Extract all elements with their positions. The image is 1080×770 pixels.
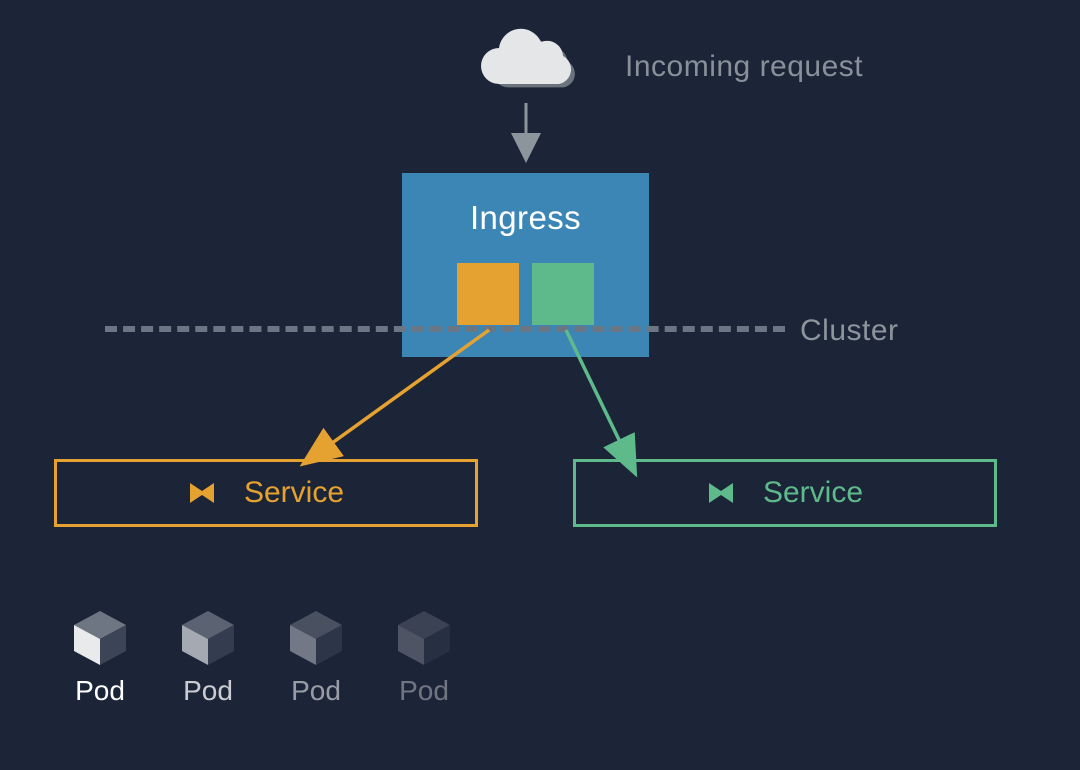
cluster-boundary-line — [105, 326, 785, 332]
pod-label: Pod — [183, 675, 233, 707]
pod-label: Pod — [291, 675, 341, 707]
pod-item: Pod — [52, 595, 148, 707]
cube-icon — [284, 605, 348, 669]
service-box-right: Service — [573, 459, 997, 527]
service-icon — [188, 479, 216, 507]
service-right-label: Service — [763, 476, 863, 510]
pod-label: Pod — [399, 675, 449, 707]
pod-item: Pod — [376, 595, 472, 707]
service-box-left: Service — [54, 459, 478, 527]
cluster-label: Cluster — [800, 314, 899, 348]
ingress-title: Ingress — [402, 173, 649, 237]
ingress-route-orange — [457, 263, 519, 325]
pod-item: Pod — [268, 595, 364, 707]
cube-icon — [176, 605, 240, 669]
service-icon — [707, 479, 735, 507]
cloud-icon — [471, 28, 581, 98]
diagram-canvas: Incoming request Ingress Cluster Service… — [0, 0, 1080, 770]
service-left-label: Service — [244, 476, 344, 510]
pod-item: Pod — [160, 595, 256, 707]
pod-row: Pod Pod Pod Pod — [52, 595, 472, 707]
cube-icon — [392, 605, 456, 669]
ingress-route-green — [532, 263, 594, 325]
pod-label: Pod — [75, 675, 125, 707]
incoming-request-label: Incoming request — [625, 50, 863, 84]
cube-icon — [68, 605, 132, 669]
